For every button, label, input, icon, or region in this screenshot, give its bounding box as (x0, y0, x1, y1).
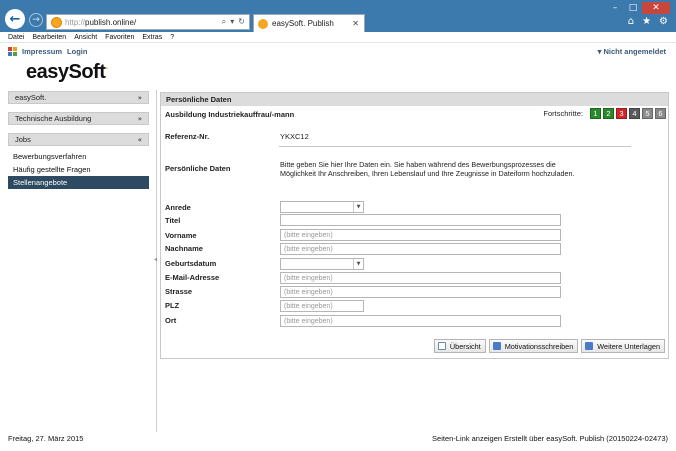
search-icon[interactable]: ⌕ (222, 17, 226, 27)
titel-label: Titel (165, 216, 181, 225)
plz-label: PLZ (165, 301, 180, 310)
url-host: publish.online/ (85, 17, 137, 27)
anrede-label: Anrede (165, 203, 191, 212)
minimize-icon[interactable]: – (606, 2, 624, 14)
browser-tab[interactable]: easySoft. Publish ✕ (253, 14, 365, 32)
ort-input[interactable]: (bitte eingeben) (280, 315, 561, 327)
sidebar-item-faq[interactable]: Häufig gestellte Fragen (8, 163, 149, 176)
menu-bearbeiten[interactable]: Bearbeiten (32, 34, 66, 41)
nachname-input[interactable]: (bitte eingeben) (280, 243, 561, 255)
sidebar-item-stellenangebote[interactable]: Stellenangebote (8, 176, 149, 189)
login-link[interactable]: Login (67, 47, 87, 56)
sidebar: easySoft. » Technische Ausbildung » Jobs… (8, 91, 149, 189)
overview-button[interactable]: Übersicht (433, 339, 486, 353)
email-label: E-Mail-Adresse (165, 273, 220, 282)
strasse-input[interactable]: (bitte eingeben) (280, 286, 561, 298)
sidebar-item-bewerbungsverfahren[interactable]: Bewerbungsverfahren (8, 150, 149, 163)
progress-step-2[interactable]: 2 (603, 108, 614, 119)
job-title: Ausbildung Industriekauffrau/-mann (165, 110, 295, 119)
back-arrow-icon (492, 342, 501, 350)
progress-step-3[interactable]: 3 (616, 108, 627, 119)
browser-menubar: Datei Bearbeiten Ansicht Favoriten Extra… (0, 32, 676, 43)
sidebar-section-technische-ausbildung[interactable]: Technische Ausbildung » (8, 112, 149, 125)
footer-info: Seiten-Link anzeigen Erstellt über easyS… (432, 433, 668, 443)
menu-datei[interactable]: Datei (8, 34, 24, 41)
window-controls: – □ ✕ (606, 2, 670, 14)
tab-title: easySoft. Publish (272, 19, 334, 28)
plz-input[interactable]: (bitte eingeben) (280, 300, 364, 312)
settings-gear-icon[interactable]: ⚙ (659, 16, 668, 27)
progress-step-1[interactable]: 1 (590, 108, 601, 119)
footer: Freitag, 27. März 2015 Seiten-Link anzei… (0, 432, 676, 444)
browser-chrome: – □ ✕ ← → http:// publish.online/ ⌕ ▾ ↻ … (0, 0, 676, 32)
referenz-value: YKXC12 (280, 132, 309, 141)
nachname-label: Nachname (165, 244, 203, 253)
email-input[interactable]: (bitte eingeben) (280, 272, 561, 284)
chevron-down-icon: » (137, 114, 142, 123)
easysoft-logo[interactable]: easySoft. (26, 61, 108, 84)
document-icon (437, 342, 446, 350)
progress-step-4[interactable]: 4 (629, 108, 640, 119)
progress-indicator: Fortschritte: 1 2 3 4 5 6 (543, 108, 666, 119)
maximize-icon[interactable]: □ (624, 2, 642, 14)
info-text: Bitte geben Sie hier Ihre Daten ein. Sie… (280, 160, 575, 178)
progress-label: Fortschritte: (543, 109, 583, 118)
favorites-icon[interactable]: ★ (642, 16, 651, 27)
titel-input[interactable] (280, 214, 561, 226)
geburtsdatum-select[interactable]: ▼ (280, 258, 364, 270)
url-protocol: http:// (65, 17, 86, 27)
sidebar-section-easysoft[interactable]: easySoft. » (8, 91, 149, 104)
site-favicon-icon (51, 16, 62, 28)
forward-button[interactable]: → (29, 13, 43, 27)
tab-favicon-icon (258, 18, 268, 29)
progress-step-5[interactable]: 5 (642, 108, 653, 119)
sitemap-icon[interactable] (8, 46, 17, 56)
tab-close-icon[interactable]: ✕ (352, 19, 359, 28)
chevron-down-icon: ▼ (353, 259, 363, 269)
menu-ansicht[interactable]: Ansicht (74, 34, 97, 41)
refresh-icon[interactable]: ↻ (238, 17, 245, 27)
referenz-label: Referenz-Nr. (165, 132, 210, 141)
ort-label: Ort (165, 316, 177, 325)
impressum-link[interactable]: Impressum (22, 47, 62, 56)
address-bar[interactable]: http:// publish.online/ ⌕ ▾ ↻ (46, 14, 250, 30)
separator (279, 146, 631, 147)
panel-title: Persönliche Daten (161, 93, 668, 106)
personal-data-label: Persönliche Daten (165, 164, 231, 173)
close-icon[interactable]: ✕ (642, 2, 670, 14)
motivation-letter-button[interactable]: Motivationsschreiben (488, 339, 579, 353)
action-buttons: Übersicht Motivationsschreiben Weitere U… (433, 339, 665, 353)
vorname-label: Vorname (165, 231, 197, 240)
top-navigation: Impressum Login ▾ Nicht angemeldet (0, 44, 676, 58)
sidebar-section-jobs[interactable]: Jobs « (8, 133, 149, 146)
menu-favoriten[interactable]: Favoriten (105, 34, 134, 41)
chevron-down-icon: » (137, 93, 142, 102)
main-panel: Persönliche Daten Ausbildung Industrieka… (160, 92, 669, 359)
vorname-input[interactable]: (bitte eingeben) (280, 229, 561, 241)
home-icon[interactable]: ⌂ (628, 16, 634, 27)
footer-date: Freitag, 27. März 2015 (8, 433, 84, 443)
progress-step-6[interactable]: 6 (655, 108, 666, 119)
collapse-handle-icon[interactable]: ◂ (154, 256, 157, 263)
more-documents-button[interactable]: Weitere Unterlagen (581, 339, 665, 353)
login-status-dropdown[interactable]: ▾ Nicht angemeldet (598, 47, 666, 56)
strasse-label: Strasse (165, 287, 193, 296)
geburtsdatum-label: Geburtsdatum (165, 259, 217, 268)
menu-help[interactable]: ? (170, 34, 174, 41)
chevron-down-icon: ▼ (353, 202, 363, 212)
dropdown-icon[interactable]: ▾ (230, 17, 234, 27)
menu-extras[interactable]: Extras (142, 34, 162, 41)
forward-arrow-icon (585, 342, 594, 350)
back-button[interactable]: ← (5, 9, 25, 29)
anrede-select[interactable]: ▼ (280, 201, 364, 213)
chevron-up-icon: « (137, 135, 142, 144)
